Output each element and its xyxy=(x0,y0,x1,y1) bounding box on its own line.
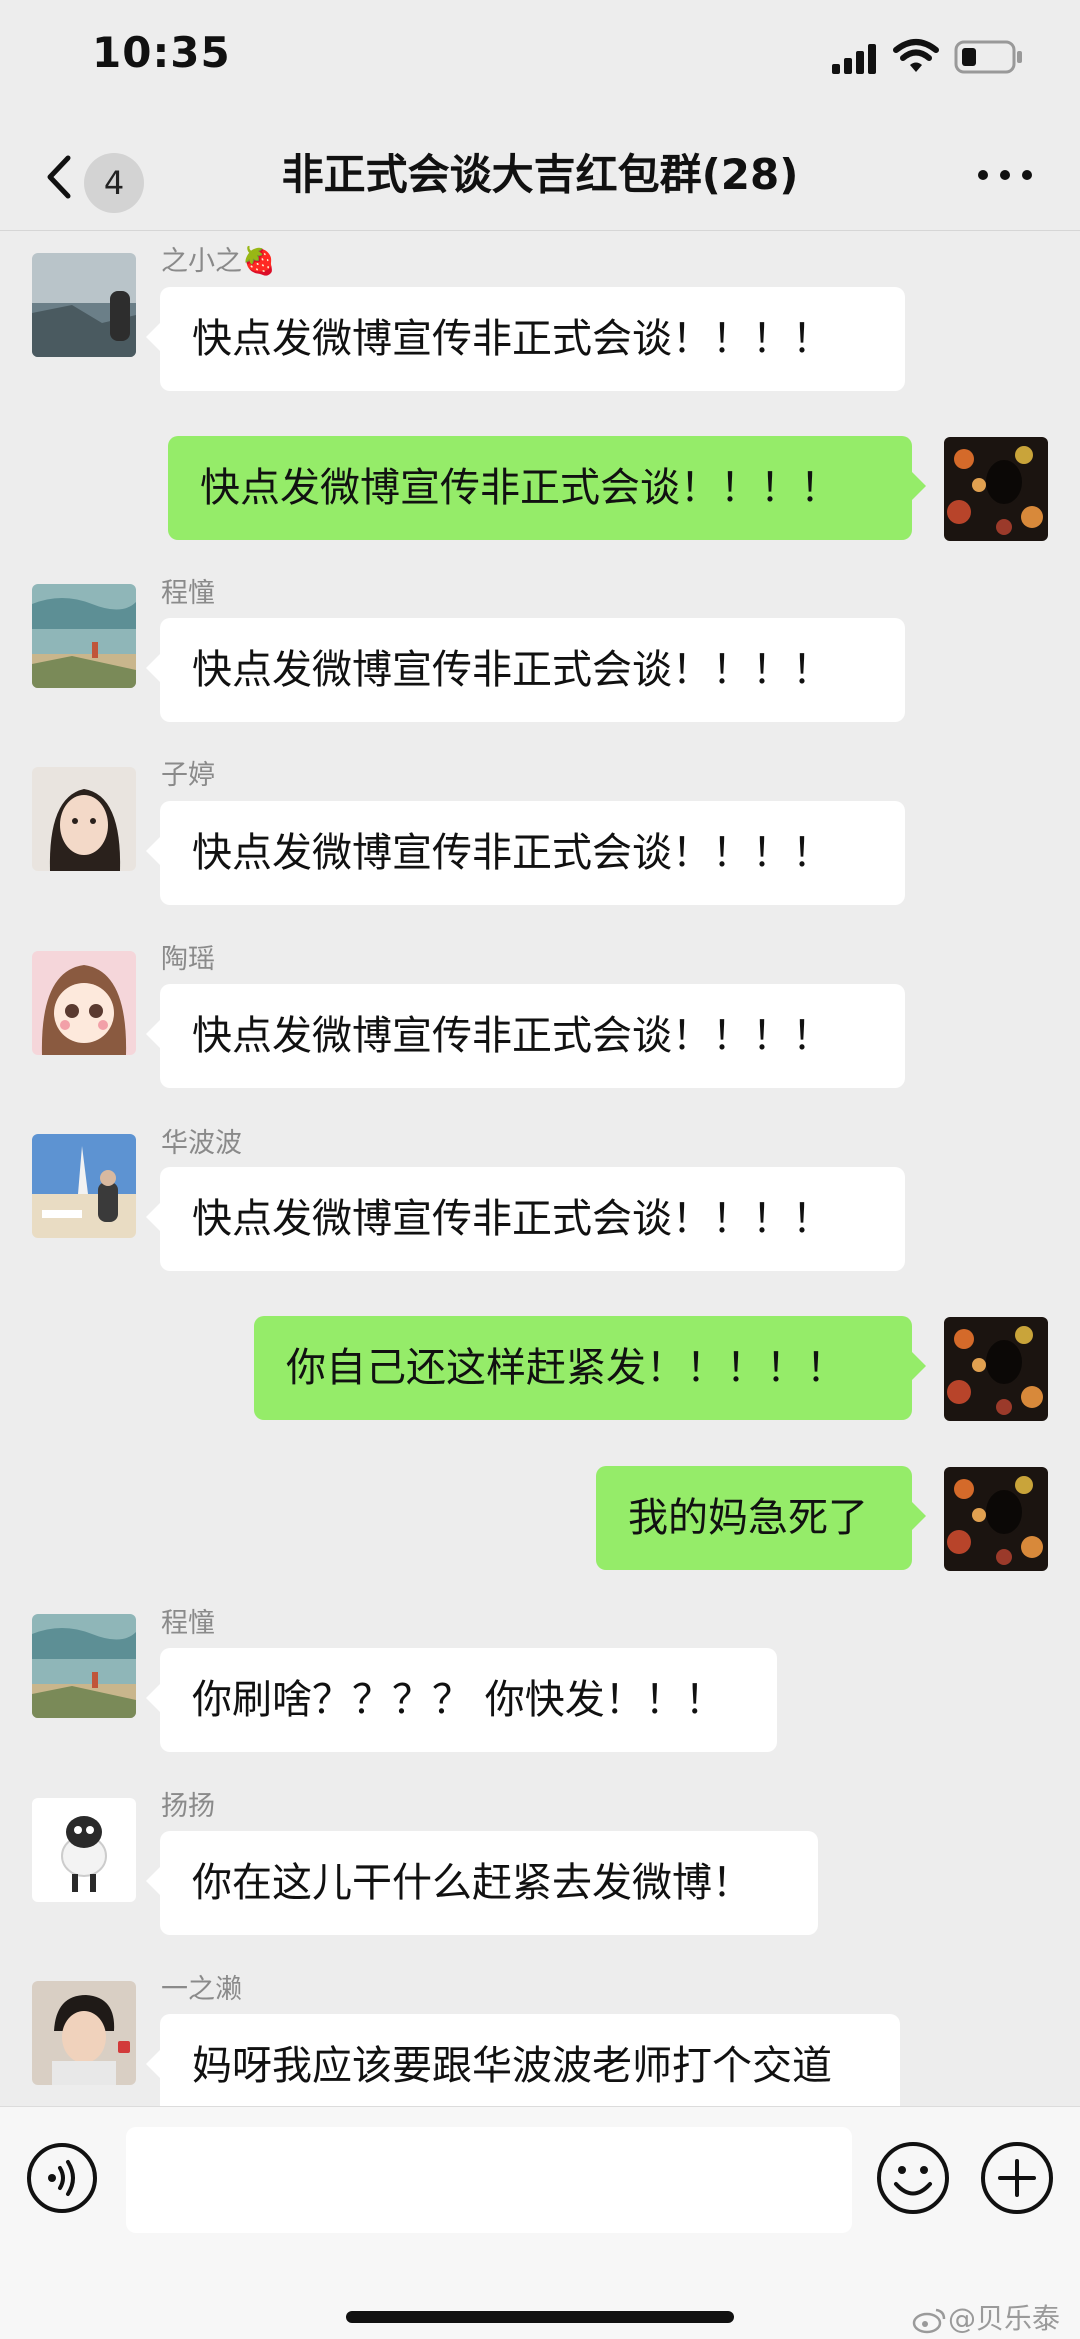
message-bubble[interactable]: 你在这儿干什么赶紧去发微博！ xyxy=(146,1831,818,1935)
avatar-self[interactable] xyxy=(944,1467,1048,1571)
chat-header: 4 非正式会谈大吉红包群(28) xyxy=(0,120,1080,231)
sender-name: 程憧 xyxy=(161,578,215,609)
status-bar: 10:35 xyxy=(0,0,1080,120)
avatar-self[interactable] xyxy=(944,437,1048,541)
sender-name: 一之濑 xyxy=(161,1974,242,2005)
message-bubble[interactable]: 妈呀我应该要跟华波波老师打个交道 xyxy=(146,2014,900,2106)
signal-icon xyxy=(832,44,876,74)
woman-portrait-icon xyxy=(32,767,136,871)
avatar-beach[interactable] xyxy=(32,1134,136,1238)
status-time: 10:35 xyxy=(92,28,231,77)
avatar-boy[interactable] xyxy=(32,1981,136,2085)
plus-icon[interactable] xyxy=(980,2141,1054,2215)
message-bubble-self[interactable]: 你自己还这样赶紧发！！！！！ xyxy=(254,1316,926,1420)
message-bubble[interactable]: 快点发微博宣传非正式会谈！！！！ xyxy=(146,801,905,905)
avatar-woman[interactable] xyxy=(32,767,136,871)
sender-name: 之小之🍓 xyxy=(161,246,276,277)
avatar-sheep[interactable] xyxy=(32,1798,136,1902)
voice-icon[interactable] xyxy=(26,2142,98,2214)
bokeh-silhouette-icon xyxy=(944,1317,1048,1421)
message-bubble-self[interactable]: 快点发微博宣传非正式会谈！！！！ xyxy=(168,436,926,540)
sheep-plush-icon xyxy=(32,1798,136,1902)
avatar-coastal[interactable] xyxy=(32,584,136,688)
unread-count-badge: 4 xyxy=(84,153,144,213)
message-bubble[interactable]: 你刷啥？？？？ 你快发！！！ xyxy=(146,1648,777,1752)
anime-girl-icon xyxy=(32,951,136,1055)
message-bubble[interactable]: 快点发微博宣传非正式会谈！！！！ xyxy=(146,1167,905,1271)
home-indicator xyxy=(346,2311,734,2323)
message-bubble[interactable]: 快点发微博宣传非正式会谈！！！！ xyxy=(146,287,905,391)
avatar-self[interactable] xyxy=(944,1317,1048,1421)
message-input[interactable] xyxy=(126,2127,852,2233)
wifi-icon xyxy=(893,39,939,72)
coastal-painting-icon xyxy=(32,584,136,688)
sender-name: 子婷 xyxy=(161,760,215,791)
beach-hotel-icon xyxy=(32,1134,136,1238)
weibo-icon xyxy=(912,2308,946,2334)
message-bubble[interactable]: 快点发微博宣传非正式会谈！！！！ xyxy=(146,984,905,1088)
sender-name: 华波波 xyxy=(161,1128,242,1159)
sender-name: 扬扬 xyxy=(161,1791,215,1822)
back-button[interactable]: 4 xyxy=(34,140,154,213)
bokeh-silhouette-icon xyxy=(944,437,1048,541)
back-icon xyxy=(47,155,71,199)
bokeh-silhouette-icon xyxy=(944,1467,1048,1571)
boy-portrait-icon xyxy=(32,1981,136,2085)
input-bar: @贝乐泰 xyxy=(0,2106,1080,2339)
sender-name: 陶瑶 xyxy=(161,944,215,975)
sender-name: 程憧 xyxy=(161,1608,215,1639)
emoji-icon[interactable] xyxy=(876,2141,950,2215)
message-bubble-self[interactable]: 我的妈急死了 xyxy=(596,1466,926,1570)
message-bubble[interactable]: 快点发微博宣传非正式会谈！！！！ xyxy=(146,618,905,722)
watermark: @贝乐泰 xyxy=(912,2297,1060,2337)
battery-icon xyxy=(954,40,1022,74)
avatar-anime[interactable] xyxy=(32,951,136,1055)
coastal-painting-icon xyxy=(32,1614,136,1718)
watermark-text: @贝乐泰 xyxy=(948,2302,1061,2335)
avatar-coastal[interactable] xyxy=(32,1614,136,1718)
chat-title: 非正式会谈大吉红包群(28) xyxy=(281,150,799,199)
message-list[interactable]: 之小之🍓 快点发微博宣传非正式会谈！！！！ 快点发微博宣传非正式会谈！！！！ 程… xyxy=(0,231,1080,2106)
avatar-seaside[interactable] xyxy=(32,253,136,357)
more-icon[interactable] xyxy=(970,150,1040,200)
seaside-photo-icon xyxy=(32,253,136,357)
